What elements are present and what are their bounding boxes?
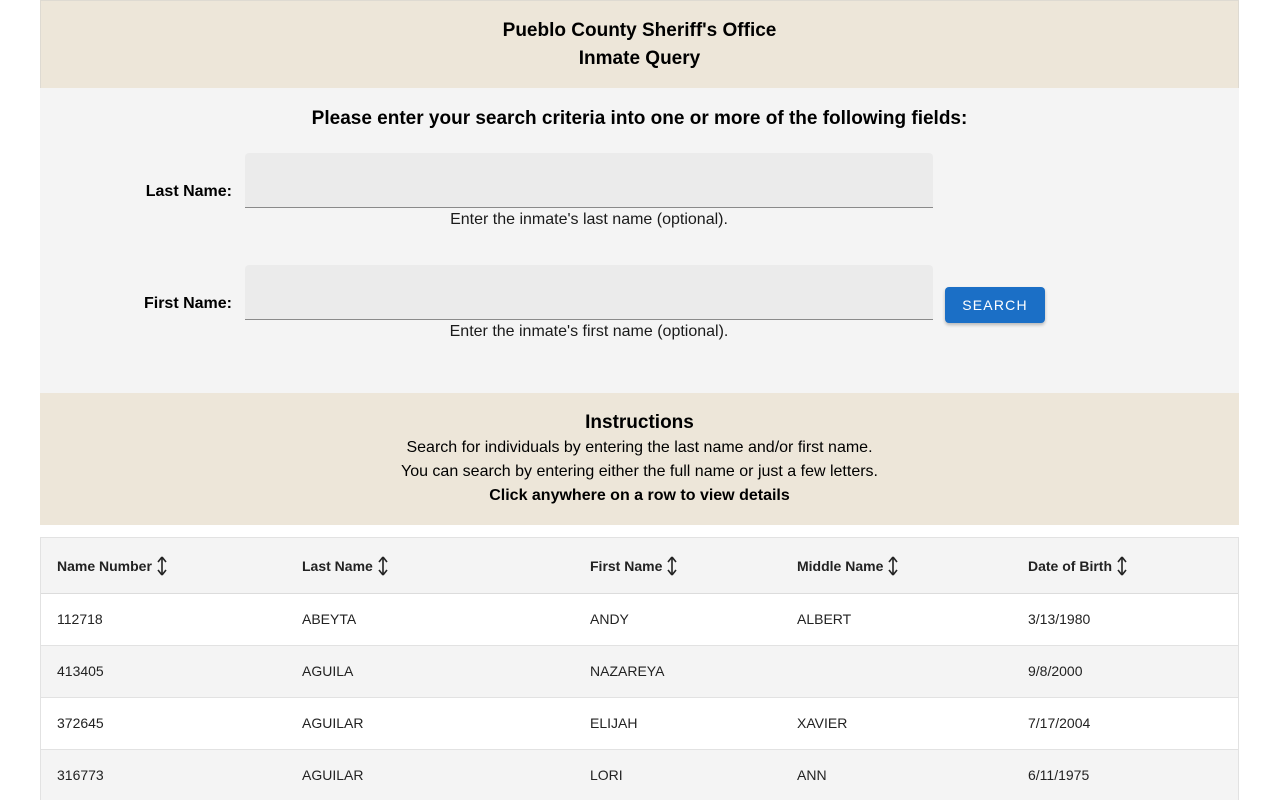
- table-row[interactable]: 413405 AGUILA NAZAREYA 9/8/2000: [41, 646, 1238, 698]
- cell-name-number: 316773: [57, 767, 104, 783]
- cell-middle-name: ANN: [797, 767, 827, 783]
- cell-middle-name: ALBERT: [797, 611, 852, 627]
- cell-name-number: 413405: [57, 663, 104, 679]
- instructions-line: Search for individuals by entering the l…: [406, 439, 873, 456]
- cell-date-of-birth: 3/13/1980: [1028, 611, 1091, 627]
- cell-date-of-birth: 7/17/2004: [1028, 715, 1091, 731]
- first-name-help: Enter the inmate's first name (optional)…: [449, 323, 729, 340]
- column-header-label: First Name: [590, 557, 663, 574]
- search-prompt: Please enter your search criteria into o…: [311, 108, 968, 129]
- cell-first-name: ELIJAH: [590, 715, 638, 731]
- office-title: Pueblo County Sheriff's Office: [502, 20, 777, 41]
- instructions-line-bold: Click anywhere on a row to view details: [489, 487, 790, 504]
- column-header-first-name[interactable]: First Name: [590, 538, 677, 593]
- instructions-title: Instructions: [585, 412, 694, 433]
- column-header-label: Date of Birth: [1028, 557, 1112, 574]
- cell-last-name: AGUILA: [302, 663, 354, 679]
- search-button[interactable]: SEARCH: [945, 287, 1045, 323]
- results-table: Name Number Last Name First Name Middle …: [40, 537, 1239, 800]
- table-row[interactable]: 316773 AGUILAR LORI ANN 6/11/1975: [41, 750, 1238, 800]
- cell-name-number: 372645: [57, 715, 104, 731]
- cell-date-of-birth: 9/8/2000: [1028, 663, 1083, 679]
- page-title: Inmate Query: [578, 48, 701, 69]
- cell-middle-name: XAVIER: [797, 715, 848, 731]
- column-header-name-number[interactable]: Name Number: [57, 538, 167, 593]
- table-row[interactable]: 112718 ABEYTA ANDY ALBERT 3/13/1980: [41, 594, 1238, 646]
- instructions-panel: Instructions Search for individuals by e…: [40, 393, 1239, 525]
- last-name-label: Last Name:: [145, 183, 232, 200]
- cell-first-name: ANDY: [590, 611, 629, 627]
- cell-first-name: NAZAREYA: [590, 663, 665, 679]
- instructions-line: You can search by entering either the fu…: [400, 463, 878, 480]
- cell-last-name: AGUILAR: [302, 715, 364, 731]
- sort-arrows-icon: [378, 556, 388, 575]
- sort-arrows-icon: [667, 556, 677, 575]
- cell-name-number: 112718: [57, 611, 103, 627]
- table-header-row: Name Number Last Name First Name Middle …: [41, 538, 1238, 594]
- table-row[interactable]: 372645 AGUILAR ELIJAH XAVIER 7/17/2004: [41, 698, 1238, 750]
- page-header: Pueblo County Sheriff's Office Inmate Qu…: [40, 0, 1239, 88]
- column-header-last-name[interactable]: Last Name: [302, 538, 388, 593]
- page: Pueblo County Sheriff's Office Inmate Qu…: [40, 0, 1240, 800]
- search-form: Please enter your search criteria into o…: [40, 88, 1239, 393]
- column-header-label: Last Name: [302, 557, 373, 574]
- sort-arrows-icon: [1117, 556, 1127, 575]
- cell-last-name: AGUILAR: [302, 767, 364, 783]
- column-header-label: Name Number: [57, 557, 152, 574]
- column-header-label: Middle Name: [797, 557, 884, 574]
- last-name-help: Enter the inmate's last name (optional).: [450, 211, 728, 228]
- first-name-label: First Name:: [143, 295, 232, 312]
- sort-arrows-icon: [157, 556, 167, 575]
- sort-arrows-icon: [888, 556, 898, 575]
- cell-last-name: ABEYTA: [302, 611, 357, 627]
- last-name-input[interactable]: [245, 153, 933, 208]
- cell-first-name: LORI: [590, 767, 623, 783]
- column-header-middle-name[interactable]: Middle Name: [797, 538, 898, 593]
- column-header-date-of-birth[interactable]: Date of Birth: [1028, 538, 1127, 593]
- first-name-input[interactable]: [245, 265, 933, 320]
- cell-date-of-birth: 6/11/1975: [1028, 767, 1090, 783]
